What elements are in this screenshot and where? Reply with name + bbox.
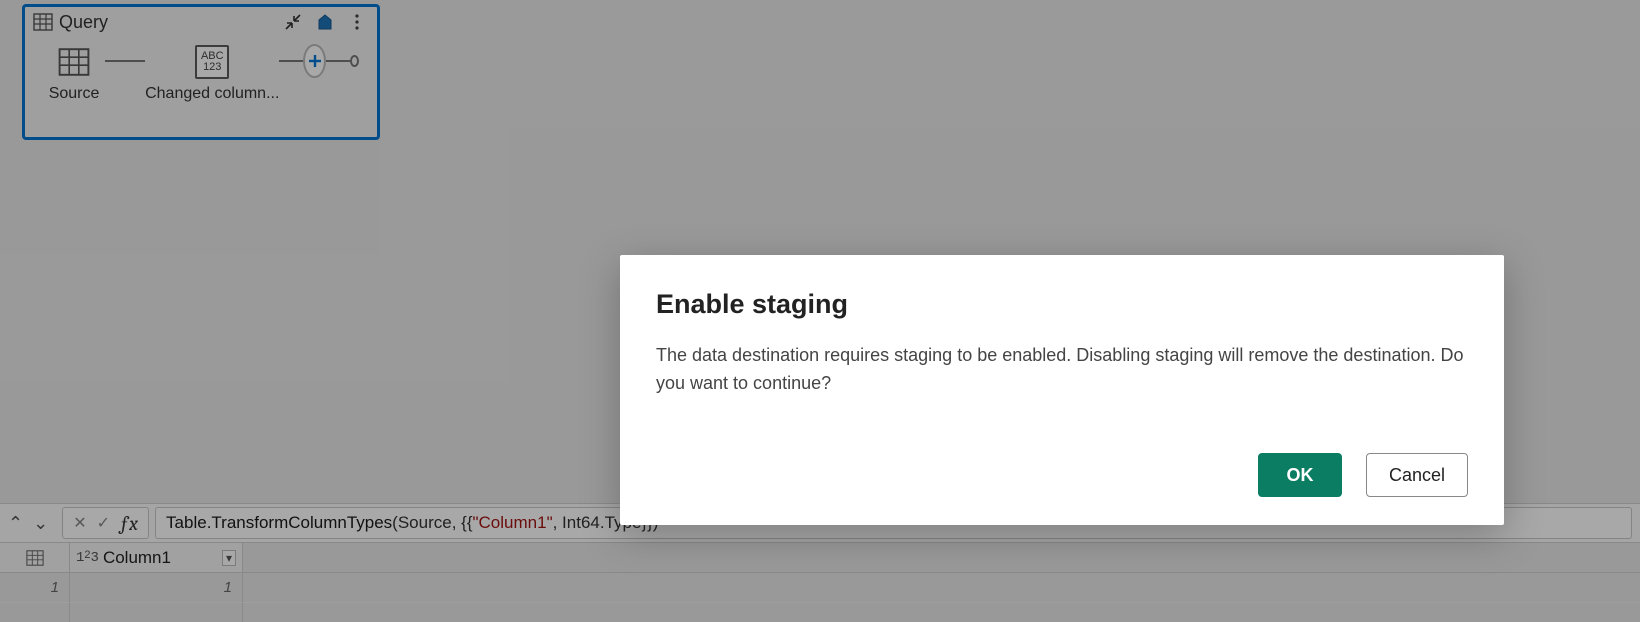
dialog-button-row: OK Cancel (656, 453, 1468, 497)
dialog-title: Enable staging (656, 289, 1468, 320)
enable-staging-dialog: Enable staging The data destination requ… (620, 255, 1504, 525)
ok-button[interactable]: OK (1258, 453, 1342, 497)
cancel-button[interactable]: Cancel (1366, 453, 1468, 497)
dialog-body: The data destination requires staging to… (656, 342, 1468, 453)
